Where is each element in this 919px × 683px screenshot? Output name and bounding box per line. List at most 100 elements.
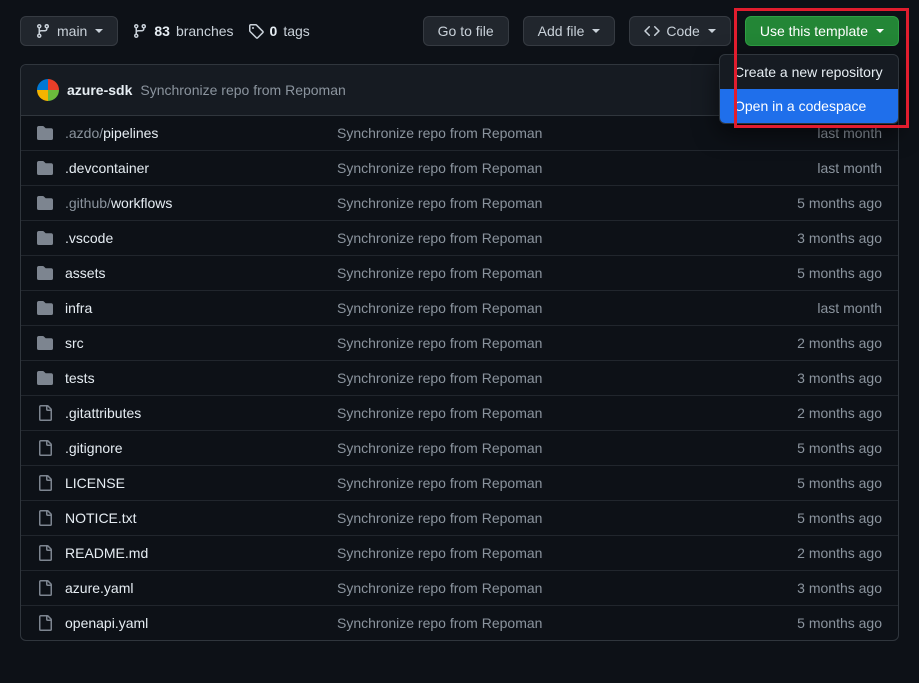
file-commit-message[interactable]: Synchronize repo from Repoman [337,440,797,456]
file-row: LICENSE Synchronize repo from Repoman5 mo… [21,466,898,501]
folder-icon [37,125,53,141]
file-icon [37,545,53,561]
file-name-link[interactable]: assets [65,265,105,281]
file-time: 5 months ago [797,195,882,211]
file-row: .devcontainer Synchronize repo from Repom… [21,151,898,186]
file-row: openapi.yaml Synchronize repo from Repoma… [21,606,898,640]
file-time: 3 months ago [797,370,882,386]
file-row: tests Synchronize repo from Repoman3 mont… [21,361,898,396]
file-time: 2 months ago [797,405,882,421]
avatar [37,79,59,101]
file-name-link[interactable]: infra [65,300,92,316]
tags-link[interactable]: 0 tags [248,23,310,39]
file-time: last month [817,300,882,316]
caret-down-icon [876,29,884,33]
file-icon [37,510,53,526]
file-name-link[interactable]: README.md [65,545,148,561]
tag-icon [248,23,264,39]
file-name-link[interactable]: .gitignore [65,440,123,456]
folder-icon [37,195,53,211]
repo-toolbar: main 83 branches 0 tags Go to file Add f… [20,16,899,46]
file-name-link[interactable]: .github/workflows [65,195,172,211]
caret-down-icon [708,29,716,33]
file-row: README.md Synchronize repo from Repoman2 … [21,536,898,571]
file-icon [37,440,53,456]
file-name-link[interactable]: .azdo/pipelines [65,125,158,141]
branches-label: branches [176,23,234,39]
folder-icon [37,230,53,246]
file-row: .github/workflows Synchronize repo from R… [21,186,898,221]
file-row: azure.yaml Synchronize repo from Repoman3… [21,571,898,606]
file-row: .gitattributes Synchronize repo from Repo… [21,396,898,431]
file-commit-message[interactable]: Synchronize repo from Repoman [337,510,797,526]
code-button[interactable]: Code [629,16,730,46]
folder-icon [37,160,53,176]
file-row: src Synchronize repo from Repoman2 months… [21,326,898,361]
file-row: .vscode Synchronize repo from Repoman3 mo… [21,221,898,256]
file-commit-message[interactable]: Synchronize repo from Repoman [337,300,817,316]
file-name-link[interactable]: azure.yaml [65,580,133,596]
file-time: 5 months ago [797,440,882,456]
file-commit-message[interactable]: Synchronize repo from Repoman [337,545,797,561]
git-branch-icon [35,23,51,39]
file-commit-message[interactable]: Synchronize repo from Repoman [337,125,817,141]
file-commit-message[interactable]: Synchronize repo from Repoman [337,335,797,351]
caret-down-icon [95,29,103,33]
file-name-link[interactable]: src [65,335,84,351]
go-to-file-button[interactable]: Go to file [423,16,509,46]
file-row: assets Synchronize repo from Repoman5 mon… [21,256,898,291]
file-commit-message[interactable]: Synchronize repo from Repoman [337,160,817,176]
branches-link[interactable]: 83 branches [132,23,233,39]
file-time: 5 months ago [797,510,882,526]
file-row: NOTICE.txt Synchronize repo from Repoman5… [21,501,898,536]
file-commit-message[interactable]: Synchronize repo from Repoman [337,475,797,491]
commit-message[interactable]: Synchronize repo from Repoman [140,82,345,98]
folder-icon [37,335,53,351]
file-time: 2 months ago [797,335,882,351]
file-time: 3 months ago [797,230,882,246]
file-commit-message[interactable]: Synchronize repo from Repoman [337,265,797,281]
file-icon [37,615,53,631]
use-template-button[interactable]: Use this template [745,16,899,46]
folder-icon [37,370,53,386]
dropdown-open-codespace[interactable]: Open in a codespace [720,89,898,123]
file-name-link[interactable]: .gitattributes [65,405,141,421]
file-commit-message[interactable]: Synchronize repo from Repoman [337,580,797,596]
file-time: 5 months ago [797,615,882,631]
code-icon [644,23,660,39]
file-name-link[interactable]: LICENSE [65,475,125,491]
tags-count: 0 [270,23,278,39]
tags-label: tags [283,23,309,39]
branch-name: main [57,23,87,39]
file-name-link[interactable]: .vscode [65,230,113,246]
file-time: 3 months ago [797,580,882,596]
commit-author[interactable]: azure-sdk [67,82,132,98]
file-commit-message[interactable]: Synchronize repo from Repoman [337,195,797,211]
folder-icon [37,300,53,316]
file-commit-message[interactable]: Synchronize repo from Repoman [337,230,797,246]
dropdown-create-repo[interactable]: Create a new repository [720,55,898,89]
branches-count: 83 [154,23,170,39]
file-name-link[interactable]: NOTICE.txt [65,510,137,526]
file-name-link[interactable]: tests [65,370,95,386]
file-time: 5 months ago [797,475,882,491]
file-listing: azure-sdk Synchronize repo from Repoman … [20,64,899,641]
branch-select-button[interactable]: main [20,16,118,46]
file-icon [37,580,53,596]
git-branch-icon [132,23,148,39]
file-row: .gitignore Synchronize repo from Repoman5… [21,431,898,466]
file-time: 5 months ago [797,265,882,281]
file-time: last month [817,160,882,176]
file-commit-message[interactable]: Synchronize repo from Repoman [337,370,797,386]
file-time: last month [817,125,882,141]
file-row: infra Synchronize repo from Repomanlast m… [21,291,898,326]
file-commit-message[interactable]: Synchronize repo from Repoman [337,405,797,421]
add-file-button[interactable]: Add file [523,16,616,46]
file-name-link[interactable]: openapi.yaml [65,615,148,631]
file-name-link[interactable]: .devcontainer [65,160,149,176]
file-time: 2 months ago [797,545,882,561]
caret-down-icon [592,29,600,33]
file-icon [37,405,53,421]
file-commit-message[interactable]: Synchronize repo from Repoman [337,615,797,631]
use-template-dropdown: Create a new repository Open in a codesp… [719,54,899,124]
